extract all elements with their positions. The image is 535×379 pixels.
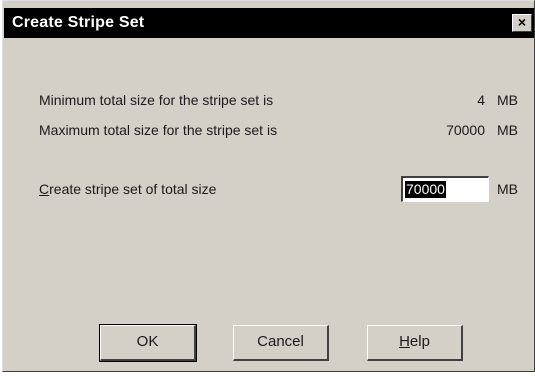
help-button-hotkey: H bbox=[399, 333, 410, 350]
stripe-size-label-text: reate stripe set of total size bbox=[49, 181, 217, 197]
max-size-unit: MB bbox=[497, 122, 518, 138]
max-size-label: Maximum total size for the stripe set is bbox=[39, 122, 278, 138]
stripe-size-input[interactable]: 70000 bbox=[401, 176, 489, 202]
cancel-button-label: Cancel bbox=[257, 333, 304, 350]
stripe-size-input-value: 70000 bbox=[405, 181, 446, 198]
dialog-title: Create Stripe Set bbox=[12, 14, 145, 31]
help-button-label-text: elp bbox=[409, 333, 430, 350]
title-bar[interactable]: Create Stripe Set × bbox=[4, 8, 534, 38]
cancel-button[interactable]: Cancel bbox=[233, 325, 329, 361]
min-size-label: Minimum total size for the stripe set is bbox=[39, 92, 274, 108]
min-size-value: 4 bbox=[477, 92, 485, 108]
close-icon: × bbox=[517, 14, 527, 30]
ok-button[interactable]: OK bbox=[99, 324, 197, 362]
stripe-size-label-hotkey: C bbox=[39, 181, 50, 197]
close-button[interactable]: × bbox=[512, 14, 532, 32]
help-button-label: Help bbox=[399, 333, 430, 350]
ok-button-label: OK bbox=[136, 333, 159, 350]
create-stripe-set-dialog: Create Stripe Set × Minimum total size f… bbox=[2, 0, 535, 372]
stripe-size-label: Create stripe set of total size bbox=[39, 181, 216, 197]
help-button[interactable]: Help bbox=[367, 325, 463, 361]
max-size-value: 70000 bbox=[446, 122, 485, 138]
stripe-size-unit: MB bbox=[497, 181, 518, 197]
min-size-unit: MB bbox=[497, 92, 518, 108]
